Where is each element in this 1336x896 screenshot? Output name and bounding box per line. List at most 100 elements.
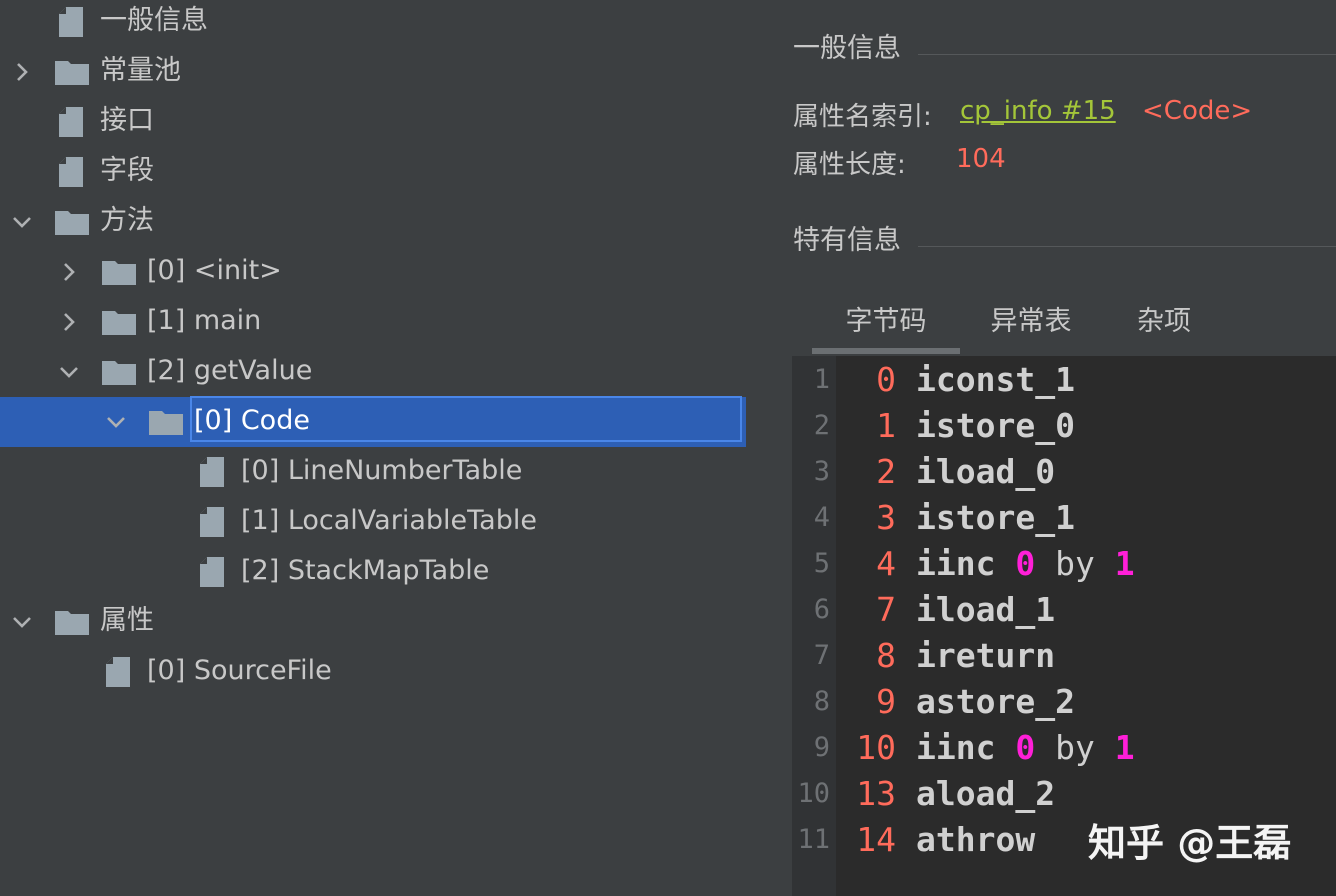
file-icon (199, 506, 225, 542)
line-number: 1 (813, 364, 830, 395)
bytecode-line: 10 13 aload_2 (792, 771, 1336, 817)
bytecode-instruction: iload_1 (916, 587, 1055, 633)
file-icon (58, 6, 84, 42)
tree-item-label: 常量池 (100, 55, 181, 86)
chevron-right-icon[interactable] (57, 260, 81, 284)
operand-keyword: by (1055, 544, 1095, 583)
operand: 0 (1015, 544, 1036, 583)
tree-item-label: 字段 (100, 155, 154, 186)
tree-item[interactable]: [1] LocalVariableTable (0, 497, 746, 547)
tree-item-label: [1] LocalVariableTable (241, 505, 537, 536)
opcode: iload_1 (916, 590, 1056, 629)
opcode: aload_2 (916, 774, 1056, 813)
specific-info-title: 特有信息 (793, 225, 901, 256)
section-divider (918, 246, 1336, 247)
folder-icon (101, 308, 137, 340)
bytecode-line: 4 3 istore_1 (792, 495, 1336, 541)
bytecode-line: 8 9 astore_2 (792, 679, 1336, 725)
bytecode-offset: 9 (876, 682, 896, 721)
bytecode-line: 9 10 iinc 0 by 1 (792, 725, 1336, 771)
opcode: istore_0 (916, 406, 1075, 445)
folder-icon (148, 408, 184, 440)
chevron-right-icon[interactable] (57, 310, 81, 334)
bytecode-offset: 2 (876, 452, 896, 491)
tree-item[interactable]: 字段 (0, 147, 746, 197)
file-icon (105, 656, 131, 692)
opcode: athrow (916, 820, 1036, 859)
tree-item[interactable]: [0] LineNumberTable (0, 447, 746, 497)
tree-item[interactable]: 常量池 (0, 47, 746, 97)
bytecode-instruction: iinc 0 by 1 (916, 725, 1135, 771)
bytecode-instruction: athrow (916, 817, 1035, 863)
attr-name-index-value: <Code> (1142, 96, 1253, 126)
tab-exception-table[interactable]: 异常表 (966, 292, 1096, 352)
folder-icon (54, 608, 90, 640)
tree-item-label: 属性 (100, 605, 154, 636)
tree-item[interactable]: 属性 (0, 597, 746, 647)
bytecode-line: 2 1 istore_0 (792, 403, 1336, 449)
line-number: 9 (813, 732, 830, 763)
opcode: iload_0 (916, 452, 1056, 491)
bytecode-offset: 0 (876, 360, 896, 399)
bytecode-line: 6 7 iload_1 (792, 587, 1336, 633)
line-number: 11 (797, 824, 830, 855)
class-structure-tree[interactable]: 一般信息常量池接口字段方法 [0] <init> [1] main [2] getVa… (0, 0, 760, 896)
tab-bytecode[interactable]: 字节码 (812, 292, 960, 352)
folder-icon (54, 58, 90, 90)
attr-name-index-link[interactable]: cp_info #15 (960, 96, 1116, 126)
attr-length-value: 104 (956, 144, 1006, 174)
line-number: 8 (813, 686, 830, 717)
tree-item-label: [0] LineNumberTable (241, 455, 523, 486)
section-divider (918, 54, 1336, 55)
file-icon (199, 456, 225, 492)
bytecode-instruction: aload_2 (916, 771, 1055, 817)
bytecode-instruction: astore_2 (916, 679, 1075, 725)
tree-item[interactable]: 一般信息 (0, 0, 746, 47)
chevron-down-icon[interactable] (104, 410, 128, 434)
tree-item[interactable]: [0] <init> (0, 247, 746, 297)
folder-icon (101, 258, 137, 290)
bytecode-instruction: iconst_1 (916, 357, 1075, 403)
bytecode-offset: 13 (856, 774, 896, 813)
folder-icon (54, 208, 90, 240)
tree-item[interactable]: [1] main (0, 297, 746, 347)
tree-item[interactable]: 方法 (0, 197, 746, 247)
tree-item[interactable]: 接口 (0, 97, 746, 147)
file-icon (58, 106, 84, 142)
folder-icon (101, 358, 137, 390)
opcode: iinc (916, 728, 996, 767)
bytecode-offset: 4 (876, 544, 896, 583)
operand: 1 (1114, 728, 1135, 767)
chevron-down-icon[interactable] (57, 360, 81, 384)
line-number: 4 (813, 502, 830, 533)
chevron-down-icon[interactable] (10, 610, 34, 634)
bytecode-offset: 1 (876, 406, 896, 445)
bytecode-instruction: ireturn (916, 633, 1055, 679)
chevron-right-icon[interactable] (10, 60, 34, 84)
operand: 1 (1114, 544, 1135, 583)
opcode: ireturn (916, 636, 1056, 675)
bytecode-line: 7 8 ireturn (792, 633, 1336, 679)
tree-item[interactable]: [2] getValue (0, 347, 746, 397)
chevron-down-icon[interactable] (10, 210, 34, 234)
attr-length-label: 属性长度: (793, 150, 906, 180)
bytecode-instruction: iinc 0 by 1 (916, 541, 1135, 587)
watermark: 知乎 @王磊 (1088, 821, 1292, 865)
selection-outline (190, 396, 742, 442)
line-number: 10 (797, 778, 830, 809)
bytecode-offset: 8 (876, 636, 896, 675)
tab-misc[interactable]: 杂项 (1104, 292, 1224, 352)
opcode: iinc (916, 544, 996, 583)
tree-item[interactable]: [0] SourceFile (0, 647, 746, 697)
bytecode-offset: 10 (856, 728, 896, 767)
bytecode-line: 3 2 iload_0 (792, 449, 1336, 495)
bytecode-line: 5 4 iinc 0 by 1 (792, 541, 1336, 587)
bytecode-instruction: istore_1 (916, 495, 1075, 541)
bytecode-line: 1 0 iconst_1 (792, 357, 1336, 403)
tree-item-label: [0] SourceFile (147, 655, 332, 686)
tree-item[interactable]: [2] StackMapTable (0, 547, 746, 597)
tree-item-label: [0] <init> (147, 255, 282, 286)
opcode: istore_1 (916, 498, 1075, 537)
tree-item-label: [2] getValue (147, 355, 313, 386)
opcode: astore_2 (916, 682, 1075, 721)
